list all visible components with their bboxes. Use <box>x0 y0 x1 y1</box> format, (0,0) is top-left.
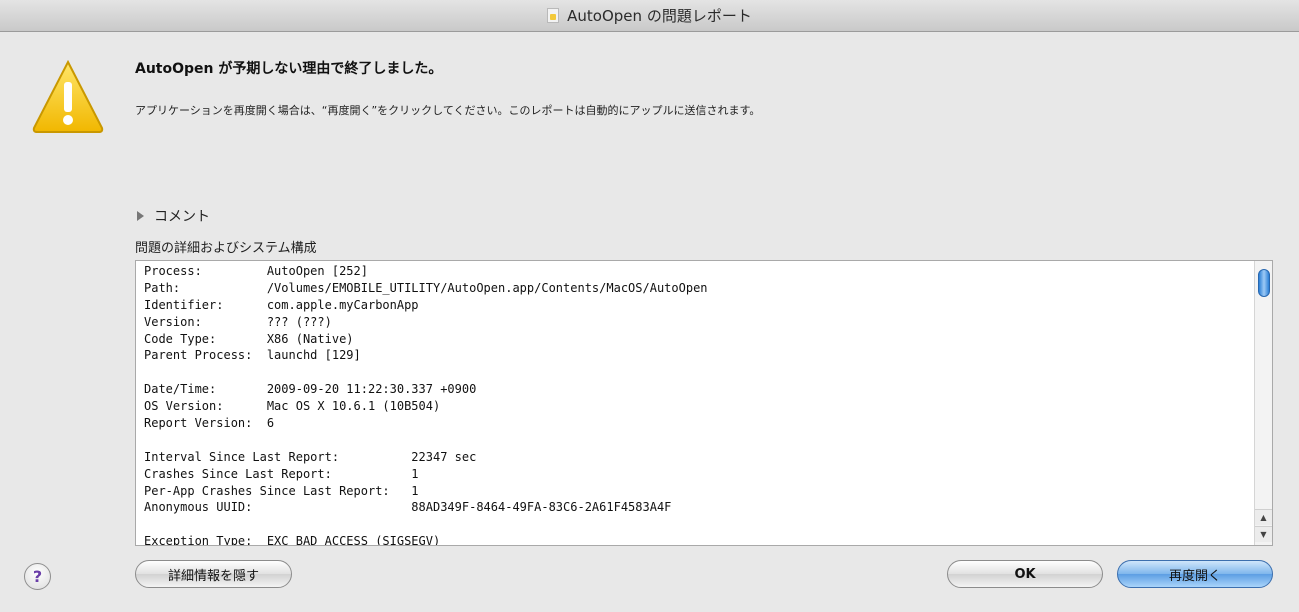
title-bar[interactable]: AutoOpen の問題レポート <box>0 0 1299 32</box>
alert-headline: AutoOpen が予期しない理由で終了しました。 <box>135 61 443 77</box>
report-line: Report Version: 6 <box>144 416 275 431</box>
window-title: AutoOpen の問題レポート <box>567 7 752 25</box>
report-line: Anonymous UUID: 88AD349F-8464-49FA-83C6-… <box>144 500 672 515</box>
report-line <box>144 432 1249 449</box>
report-line: Process: AutoOpen [252] <box>144 264 368 278</box>
problem-report-window: AutoOpen の問題レポート AutoOpen が予期しない理由で終了しまし… <box>0 0 1299 612</box>
reopen-button[interactable]: 再度開く <box>1117 560 1273 588</box>
alert-message: アプリケーションを再度開く場合は、“再度開く”をクリックしてください。このレポー… <box>135 104 761 117</box>
details-label: 問題の詳細およびシステム構成 <box>135 241 317 256</box>
disclosure-triangle-icon[interactable] <box>137 211 144 221</box>
report-line: Exception Type: EXC_BAD_ACCESS (SIGSEGV) <box>144 534 441 546</box>
scroll-up-icon[interactable]: ▲ <box>1255 509 1272 525</box>
help-button[interactable]: ? <box>24 563 51 590</box>
warning-icon <box>32 59 104 133</box>
report-line: Path: /Volumes/EMOBILE_UTILITY/AutoOpen.… <box>144 280 708 295</box>
report-line: Crashes Since Last Report: 1 <box>144 466 419 481</box>
report-line: Identifier: com.apple.myCarbonApp <box>144 297 419 312</box>
comments-disclosure[interactable]: コメント <box>137 206 210 226</box>
report-line: Interval Since Last Report: 22347 sec <box>144 449 477 464</box>
scroll-down-icon[interactable]: ▼ <box>1255 526 1272 542</box>
report-line <box>144 516 1249 533</box>
hide-details-button[interactable]: 詳細情報を隠す <box>135 560 292 588</box>
crash-report-textview[interactable]: Process: AutoOpen [252] Path: /Volumes/EM… <box>135 260 1273 546</box>
report-line: Code Type: X86 (Native) <box>144 331 354 346</box>
report-line: Parent Process: launchd [129] <box>144 348 361 363</box>
document-icon <box>547 8 560 23</box>
report-line: Per-App Crashes Since Last Report: 1 <box>144 483 419 498</box>
report-line: OS Version: Mac OS X 10.6.1 (10B504) <box>144 399 441 414</box>
report-line: Date/Time: 2009-09-20 11:22:30.337 +0900 <box>144 382 477 397</box>
scroll-thumb[interactable] <box>1258 269 1270 297</box>
crash-report-text: Process: AutoOpen [252] Path: /Volumes/EM… <box>144 263 1249 546</box>
report-line <box>144 364 1249 381</box>
ok-button[interactable]: OK <box>947 560 1103 588</box>
report-line: Version: ??? (???) <box>144 314 332 329</box>
vertical-scrollbar[interactable]: ▲ ▼ <box>1254 261 1272 545</box>
comments-label: コメント <box>154 209 210 225</box>
